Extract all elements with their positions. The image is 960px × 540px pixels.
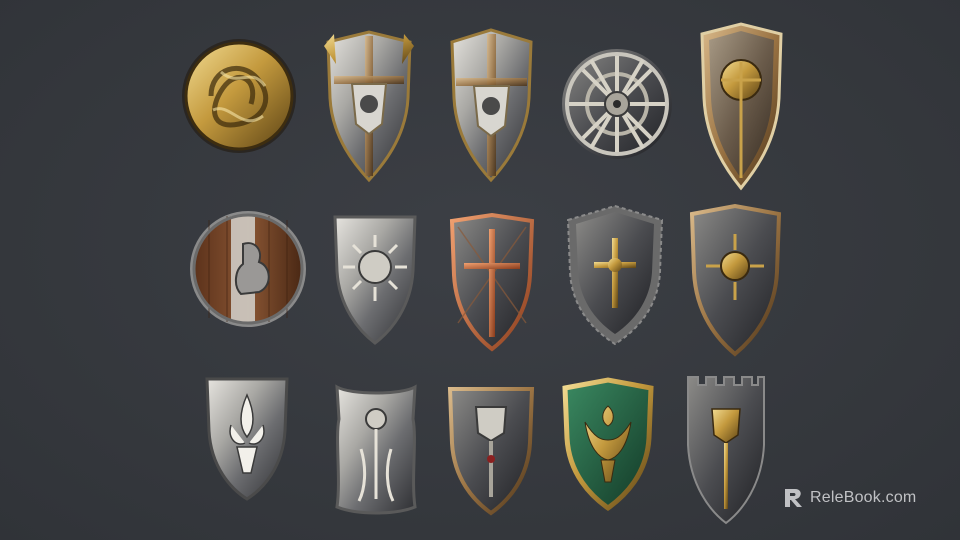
shield-crenellated-castle bbox=[686, 375, 766, 525]
shield-tall-gold-medallion bbox=[699, 22, 784, 191]
shield-heater-rosette bbox=[688, 203, 783, 357]
shield-heater-heraldic-crest bbox=[446, 383, 536, 516]
shield-spiked-gold-cross bbox=[562, 202, 668, 346]
watermark: ReleBook.com bbox=[782, 484, 916, 512]
shield-heater-sun bbox=[331, 211, 419, 347]
shield-green-eagle bbox=[561, 377, 655, 512]
shield-round-wheel bbox=[561, 48, 673, 160]
shield-notched-tree bbox=[331, 379, 421, 517]
shield-heater-copper-cross bbox=[448, 212, 536, 353]
shield-winged-kite bbox=[322, 28, 416, 183]
watermark-text: ReleBook.com bbox=[810, 489, 917, 506]
relebook-logo-icon bbox=[785, 489, 802, 507]
shield-heater-fleur-de-lis bbox=[203, 373, 291, 503]
shield-round-gold-knotwork bbox=[181, 38, 297, 154]
shield-round-wood-rooster bbox=[189, 210, 307, 328]
render-canvas bbox=[0, 0, 960, 540]
shield-cross-kite bbox=[448, 28, 535, 183]
